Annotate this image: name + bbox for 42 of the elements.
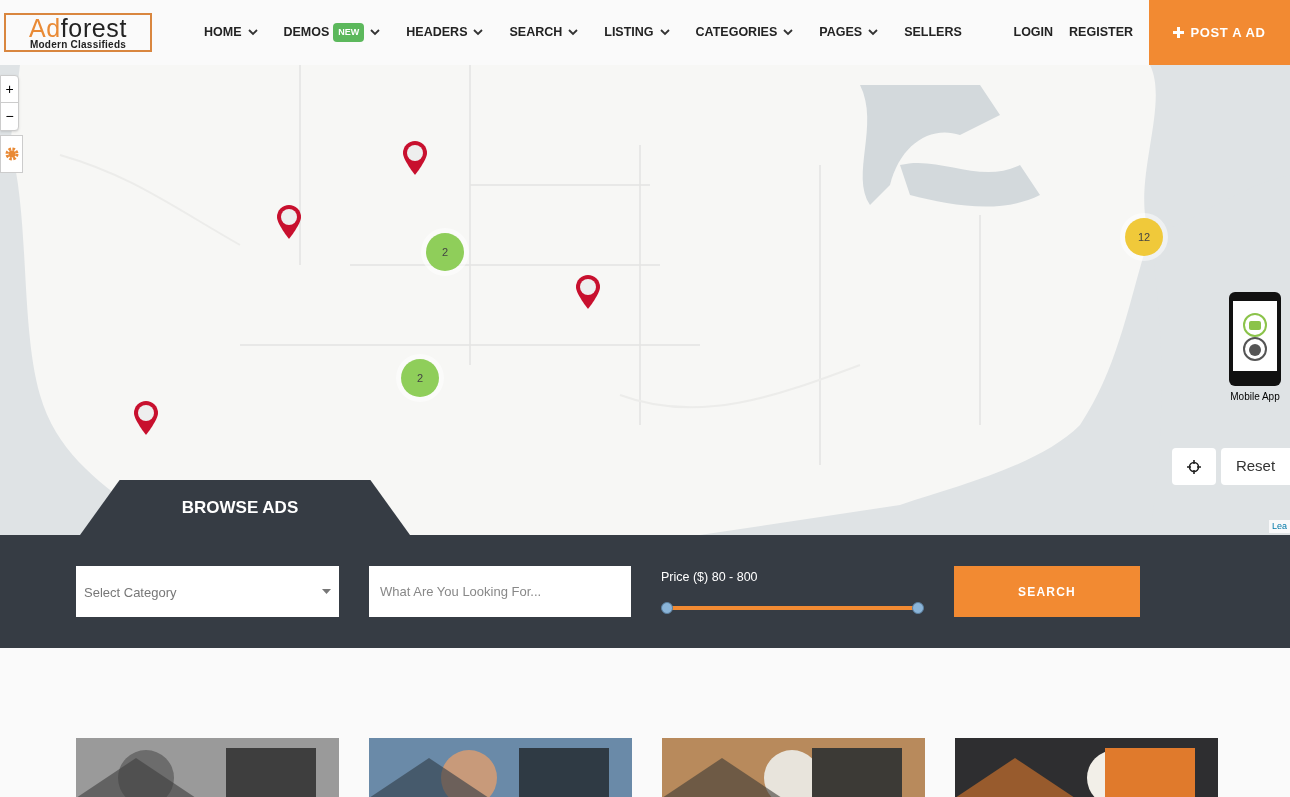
chevron-down-icon [783, 29, 794, 36]
mobile-phone-drawing[interactable] [1228, 291, 1282, 387]
reset-button[interactable]: Reset [1221, 448, 1290, 485]
auth-link[interactable]: LOGIN [1013, 23, 1054, 42]
slider-handle[interactable] [912, 601, 924, 614]
nav-link[interactable]: HOME [204, 23, 258, 42]
nav-link[interactable]: DEMOS NEW [283, 22, 381, 43]
plus-icon [1173, 27, 1185, 38]
auth-link[interactable]: REGISTER [1069, 23, 1133, 42]
zoom-in-button[interactable]: + [1, 76, 18, 103]
nav-link[interactable]: LISTING [604, 23, 670, 42]
keyword-input[interactable]: What Are You Looking For... [369, 566, 631, 617]
nav-link[interactable]: SEARCH [509, 23, 579, 42]
caret-icon [322, 589, 331, 594]
nav-link[interactable]: HEADERS [406, 23, 484, 42]
zoom-out-button[interactable]: − [1, 103, 18, 130]
nav-link[interactable]: PAGES [819, 23, 879, 42]
map-pin-icon[interactable] [133, 400, 159, 436]
chevron-down-icon [247, 29, 258, 36]
price-range-slider[interactable] [661, 600, 924, 615]
locate-button[interactable] [1172, 448, 1216, 485]
map-pin-icon[interactable] [276, 204, 302, 240]
nav-link[interactable]: SELLERS [904, 23, 962, 42]
settings-button[interactable] [0, 135, 23, 173]
slider-handle[interactable] [661, 601, 673, 614]
crosshair-icon [1187, 459, 1201, 474]
new-badge: NEW [333, 22, 365, 43]
price-label: Price ($) 80 - 800 [661, 569, 759, 587]
chevron-down-icon [659, 29, 670, 36]
chevron-down-icon [370, 29, 381, 36]
logo-wordmark: Adforest [28, 15, 128, 40]
chevron-down-icon [868, 29, 879, 36]
map-pin-icon[interactable] [402, 140, 428, 176]
settings-icon [3, 146, 20, 162]
nav-link[interactable]: CATEGORIES [695, 23, 794, 42]
mobile-app-label: Mobile App [1230, 390, 1280, 404]
map-pin-icon[interactable] [575, 274, 601, 310]
category-select[interactable]: Select Category [76, 566, 339, 617]
chevron-down-icon [568, 29, 579, 36]
logo-tagline: Modern Classifieds [29, 39, 127, 50]
logo[interactable]: Adforest Modern Classifieds [4, 13, 152, 52]
chevron-down-icon [473, 29, 484, 36]
